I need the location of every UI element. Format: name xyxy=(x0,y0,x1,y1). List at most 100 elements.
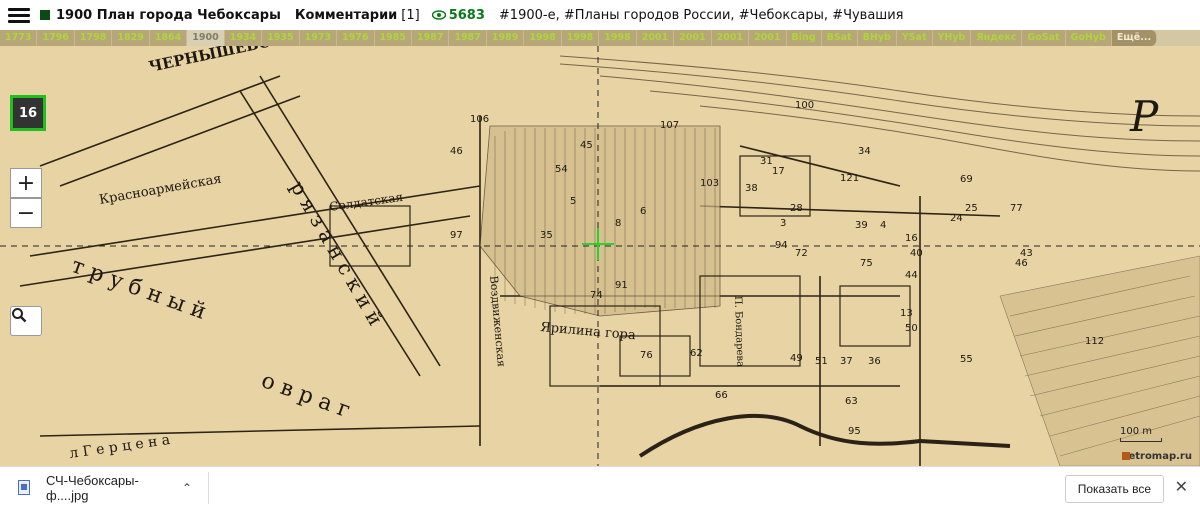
tab-layer[interactable]: 1900 xyxy=(187,30,225,46)
map-building-number: 121 xyxy=(840,173,859,184)
tab-layer[interactable]: 2001 xyxy=(749,30,787,46)
map-building-number: 34 xyxy=(858,146,871,157)
tab-layer[interactable]: BSat xyxy=(821,30,858,46)
map-building-number: 94 xyxy=(775,240,788,251)
download-filename[interactable]: СЧ-Чебоксары-ф....jpg xyxy=(46,473,166,503)
image-file-icon xyxy=(18,480,30,495)
map-building-number: 44 xyxy=(905,270,918,281)
zoom-out-button[interactable]: − xyxy=(10,198,42,228)
map-building-number: 107 xyxy=(660,120,679,131)
retromap-logo-icon xyxy=(1121,452,1130,460)
map-viewport[interactable]: ЧЕРНЫШЕВСКИЙ ОВРАГ Красноармейская т р у… xyxy=(0,46,1200,466)
title-bar: 1900 План города Чебоксары Комментарии [… xyxy=(0,0,1200,30)
map-building-number: 62 xyxy=(690,348,703,359)
tab-layer[interactable]: 1987 xyxy=(449,30,487,46)
map-building-number: 74 xyxy=(590,290,603,301)
page-title[interactable]: 1900 План города Чебоксары xyxy=(56,8,281,23)
comments-link[interactable]: Комментарии xyxy=(295,8,397,23)
map-building-number: 100 xyxy=(795,100,814,111)
map-building-number: 63 xyxy=(845,396,858,407)
tab-layer[interactable]: BHyb xyxy=(857,30,897,46)
search-icon xyxy=(12,308,27,323)
tab-layer[interactable]: 2001 xyxy=(711,30,750,46)
tab-layer[interactable]: 1796 xyxy=(37,30,75,46)
map-label-p: Р xyxy=(1129,92,1159,141)
map-building-number: 8 xyxy=(615,218,621,229)
tab-layer[interactable]: 1985 xyxy=(374,30,412,46)
tab-layer[interactable]: 1934 xyxy=(224,30,263,46)
tab-layer[interactable]: 1829 xyxy=(112,30,150,46)
close-icon[interactable]: ✕ xyxy=(1175,477,1188,497)
map-building-number: 95 xyxy=(848,426,861,437)
map-building-number: 76 xyxy=(640,350,653,361)
map-building-number: 4 xyxy=(880,220,886,231)
map-building-number: 37 xyxy=(840,356,853,367)
map-building-number: 38 xyxy=(745,183,758,194)
map-building-number: 16 xyxy=(905,233,918,244)
tab-layer[interactable]: Яндекс xyxy=(971,30,1023,46)
show-all-downloads-button[interactable]: Показать все xyxy=(1064,475,1164,503)
comments-count: [1] xyxy=(401,7,420,23)
tab-layer[interactable]: 1973 xyxy=(299,30,338,46)
tab-layer[interactable]: 1998 xyxy=(561,30,600,46)
map-building-number: 17 xyxy=(772,166,785,177)
tab-more[interactable]: Ещё... xyxy=(1111,30,1158,46)
tab-layer[interactable]: 2001 xyxy=(636,30,675,46)
scale-bar xyxy=(1120,438,1162,442)
map-building-number: 112 xyxy=(1085,336,1104,347)
map-building-number: 13 xyxy=(900,308,913,319)
tab-layer[interactable]: 1998 xyxy=(524,30,562,46)
tab-layer[interactable]: 1935 xyxy=(262,30,300,46)
map-building-number: 35 xyxy=(540,230,553,241)
tab-layer[interactable]: GoSat xyxy=(1022,30,1066,46)
eye-icon xyxy=(431,10,446,20)
map-building-number: 45 xyxy=(580,140,593,151)
map-building-number: 49 xyxy=(790,353,803,364)
map-building-number: 6 xyxy=(640,206,646,217)
map-building-number: 36 xyxy=(868,356,881,367)
views-count: 5683 xyxy=(448,7,485,23)
map-building-number: 66 xyxy=(715,390,728,401)
map-building-number: 5 xyxy=(570,196,576,207)
map-building-number: 91 xyxy=(615,280,628,291)
tag-list[interactable]: #1900-е, #Планы городов России, #Чебокса… xyxy=(499,8,904,23)
tab-layer[interactable]: GoHyb xyxy=(1065,30,1112,46)
tab-layer[interactable]: 1798 xyxy=(74,30,113,46)
scale-label: 100 m xyxy=(1120,426,1153,437)
attribution[interactable]: retromap.ru xyxy=(1121,451,1192,462)
tab-layer[interactable]: Bing xyxy=(786,30,822,46)
tab-layer[interactable]: 1864 xyxy=(149,30,188,46)
map-building-number: 69 xyxy=(960,174,973,185)
map-building-number: 50 xyxy=(905,323,918,334)
map-building-number: 28 xyxy=(790,203,803,214)
map-marker-icon xyxy=(40,10,50,20)
layer-tabs: 1773 1796 1798 1829 1864 1900 1934 1935 1973 1976… xyxy=(0,30,1200,46)
views-counter: 5683 xyxy=(431,7,485,23)
map-building-number: 39 xyxy=(855,220,868,231)
zoom-in-button[interactable]: + xyxy=(10,168,42,198)
tab-layer[interactable]: 1773 xyxy=(0,30,38,46)
map-building-number: 106 xyxy=(470,114,489,125)
map-building-number: 55 xyxy=(960,354,973,365)
tab-layer[interactable]: 2001 xyxy=(674,30,712,46)
search-button[interactable] xyxy=(10,306,42,336)
menu-icon[interactable] xyxy=(8,7,30,23)
tab-layer[interactable]: YSat xyxy=(896,30,933,46)
tab-layer[interactable]: 1989 xyxy=(486,30,525,46)
download-bar: СЧ-Чебоксары-ф....jpg ⌃ Показать все ✕ xyxy=(0,466,1200,508)
map-building-number: 46 xyxy=(450,146,463,157)
zoom-level-badge: 16 xyxy=(10,95,46,131)
map-building-number: 51 xyxy=(815,356,828,367)
map-building-number: 24 xyxy=(950,213,963,224)
tab-layer[interactable]: 1998 xyxy=(599,30,637,46)
map-building-number: 40 xyxy=(910,248,923,259)
map-building-number: 75 xyxy=(860,258,873,269)
map-building-number: 77 xyxy=(1010,203,1023,214)
divider xyxy=(208,471,210,504)
tab-layer[interactable]: 1976 xyxy=(337,30,375,46)
tab-layer[interactable]: 1987 xyxy=(411,30,450,46)
chevron-up-icon[interactable]: ⌃ xyxy=(182,481,192,495)
map-building-number: 46 xyxy=(1015,258,1028,269)
map-building-number: 3 xyxy=(780,218,786,229)
tab-layer[interactable]: YHyb xyxy=(932,30,972,46)
